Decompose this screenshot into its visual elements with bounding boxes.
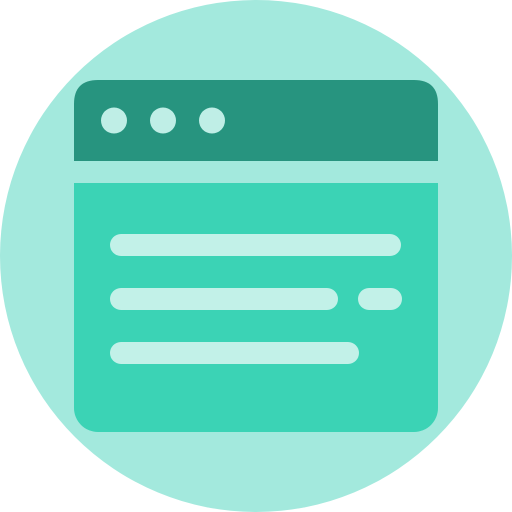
content-line-3: [110, 342, 359, 364]
window-dot-2: [150, 107, 176, 134]
content-line-2: [110, 288, 338, 310]
window-dot-1: [101, 107, 127, 134]
title-bar: [74, 80, 438, 161]
browser-window-icon: [0, 0, 512, 512]
content-line-1: [110, 234, 401, 256]
window-body-top-edge: [74, 183, 438, 213]
window-dot-3: [199, 107, 225, 134]
content-line-2-short: [358, 288, 402, 310]
